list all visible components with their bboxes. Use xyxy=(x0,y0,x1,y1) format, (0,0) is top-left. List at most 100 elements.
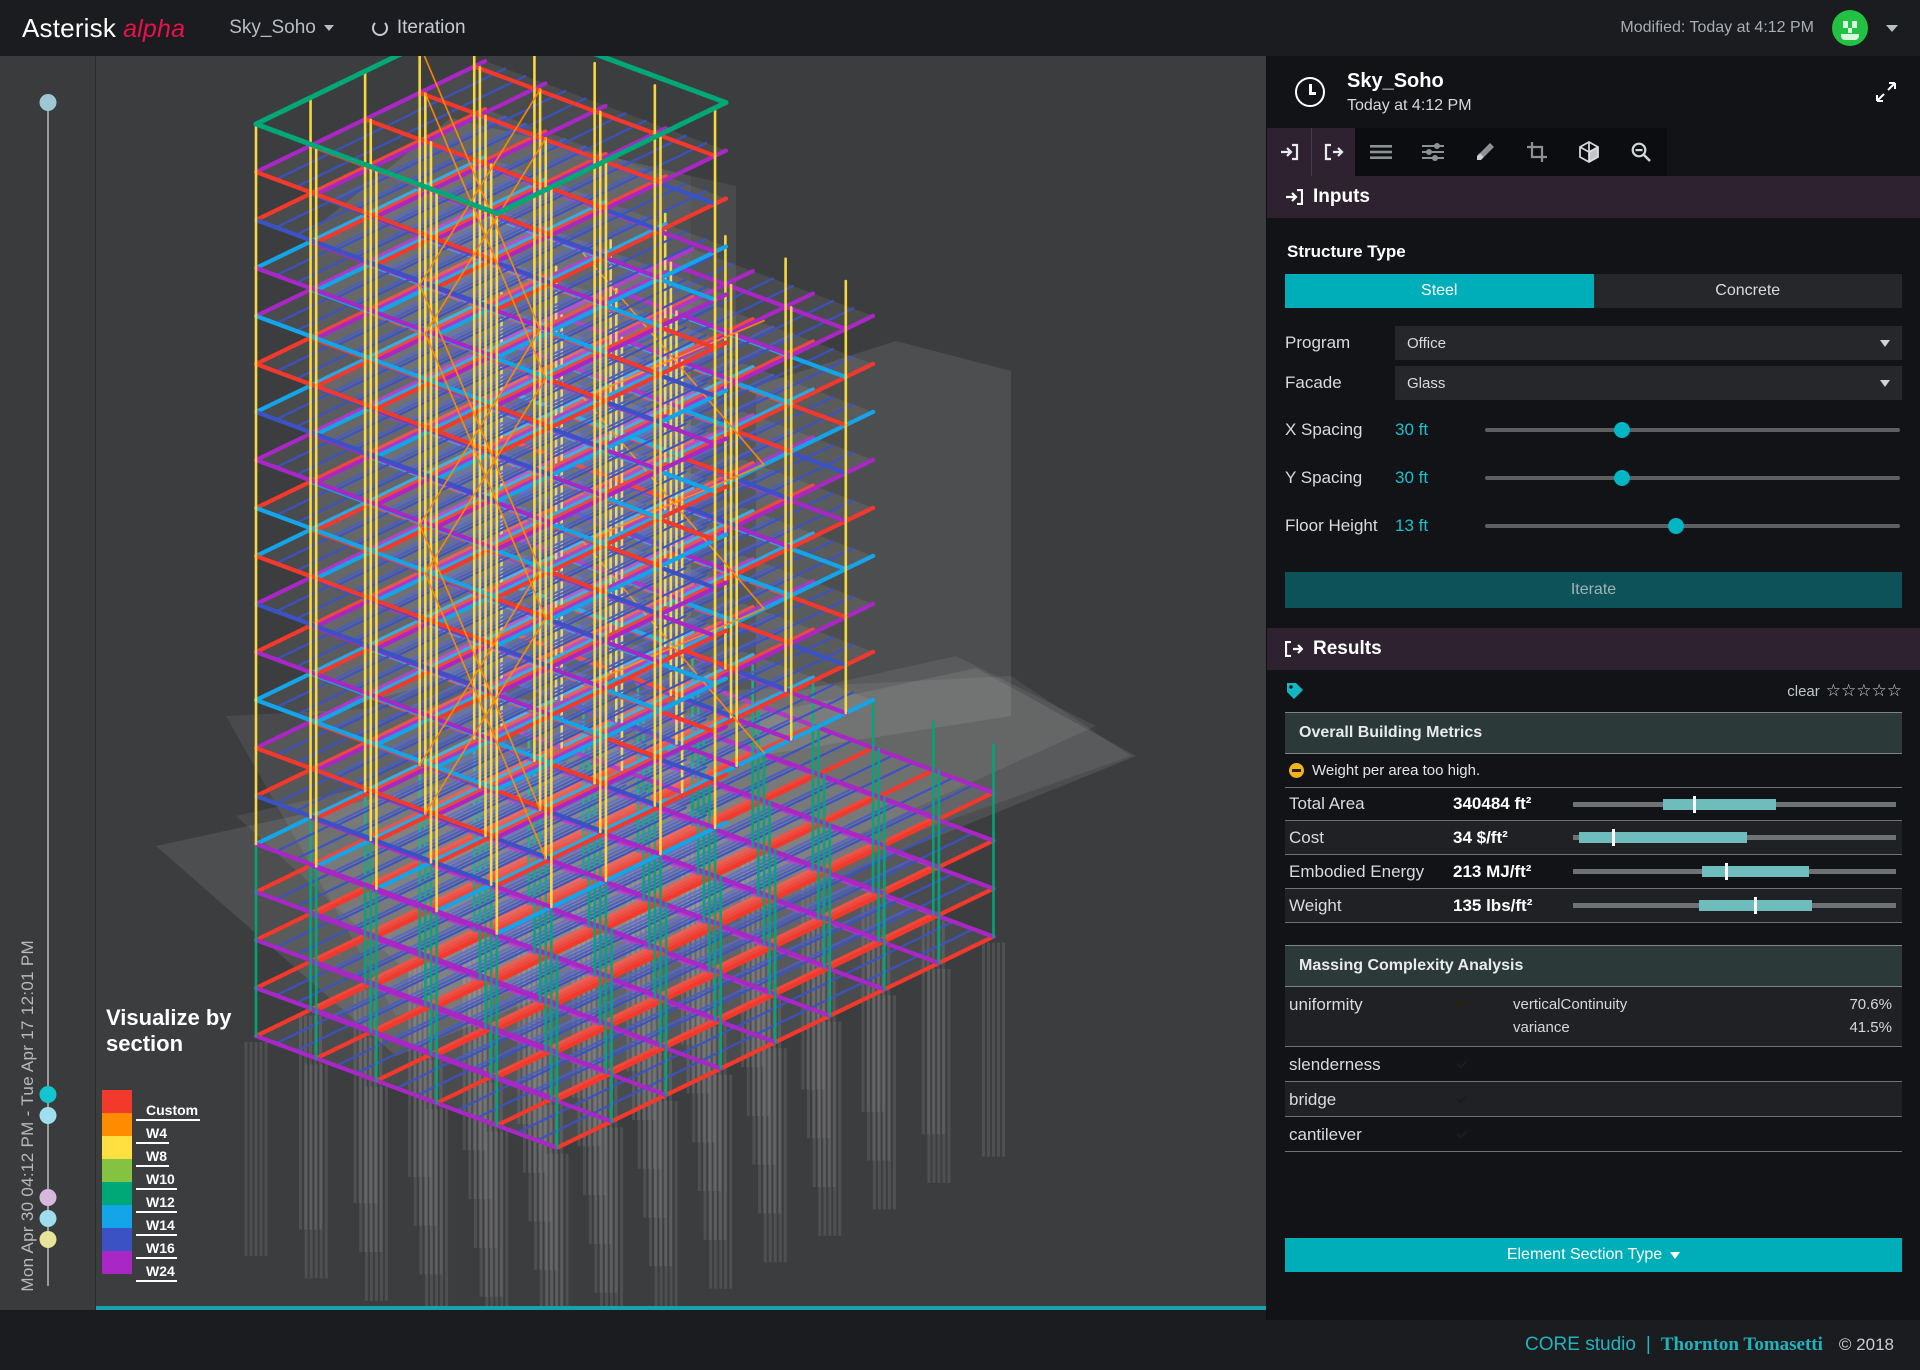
star-icon[interactable]: ☆ xyxy=(1872,681,1887,700)
timeline-range-label: Mon Apr 30 04:12 PM - Tue Apr 17 12:01 P… xyxy=(18,940,37,1292)
timeline-dot[interactable] xyxy=(39,1189,56,1206)
star-icon[interactable]: ☆ xyxy=(1841,681,1856,700)
element-section-type-button[interactable]: Element Section Type xyxy=(1285,1238,1902,1272)
modified-timestamp: Modified: Today at 4:12 PM xyxy=(1620,19,1814,36)
list-tool[interactable] xyxy=(1355,128,1407,176)
slider-label: X Spacing xyxy=(1285,420,1363,439)
slider-track[interactable] xyxy=(1485,470,1900,486)
legend-swatch xyxy=(102,1251,132,1274)
select-label: Facade xyxy=(1285,373,1342,392)
metrics-rows: Total Area 340484 ft² Cost 34 $/ft² Embodied… xyxy=(1285,787,1902,923)
sign-out-icon xyxy=(1285,641,1303,657)
clear-rating-button[interactable]: clear xyxy=(1787,683,1820,700)
project-menu-label: Sky_Soho xyxy=(229,17,316,38)
iteration-button[interactable]: Iteration xyxy=(371,17,466,39)
star-rating[interactable]: ☆☆☆☆☆ xyxy=(1826,681,1902,701)
footer-separator: | xyxy=(1645,1334,1651,1355)
detail-panel: Sky_Soho Today at 4:12 PM Inputs Structu… xyxy=(1266,56,1920,1320)
metric-name: Embodied Energy xyxy=(1289,861,1425,881)
account-chevron-down-icon[interactable] xyxy=(1886,24,1898,32)
timeline-dot[interactable] xyxy=(39,1086,56,1103)
metric-row: Embodied Energy 213 MJ/ft² xyxy=(1285,855,1902,889)
input-slider-row: Y Spacing 30 ft xyxy=(1285,460,1902,496)
slider-knob[interactable] xyxy=(1613,422,1630,438)
inputs-tool[interactable] xyxy=(1267,128,1311,176)
timeline-dot[interactable] xyxy=(39,1107,56,1124)
star-icon[interactable]: ☆ xyxy=(1887,681,1902,700)
timeline-dot[interactable] xyxy=(39,1210,56,1227)
select-value: Glass xyxy=(1407,374,1446,392)
metric-bar-marker xyxy=(1753,897,1757,914)
project-menu[interactable]: Sky_Soho xyxy=(229,17,334,39)
metrics-warning: Weight per area too high. xyxy=(1285,754,1902,787)
metric-bar-fill xyxy=(1702,866,1809,877)
input-select-row: Facade Glass xyxy=(1285,366,1902,400)
results-tool[interactable] xyxy=(1311,128,1355,176)
select-facade[interactable]: Glass xyxy=(1395,366,1902,400)
legend-label: W24 xyxy=(136,1263,177,1282)
brand-name: Asterisk xyxy=(22,12,117,43)
metric-bar xyxy=(1573,829,1896,846)
slider-knob[interactable] xyxy=(1613,470,1630,486)
panel-header: Sky_Soho Today at 4:12 PM xyxy=(1267,56,1920,128)
model-viewport[interactable]: Visualize by section Custom W4 W8 W10 W12 W14… xyxy=(96,56,1266,1310)
avatar-mouth xyxy=(1841,34,1859,40)
brush-tool[interactable] xyxy=(1459,128,1511,176)
app-logo: Asterisk alpha xyxy=(22,13,185,44)
iterate-button[interactable]: Iterate xyxy=(1285,572,1902,608)
app-root: Asterisk alpha Sky_Soho Iteration Modifie… xyxy=(0,0,1920,1370)
iteration-label: Iteration xyxy=(396,17,466,38)
avatar[interactable] xyxy=(1832,10,1868,46)
slider-knob[interactable] xyxy=(1667,518,1684,534)
cube-tool[interactable] xyxy=(1563,128,1615,176)
legend-title-line2: section xyxy=(106,1030,184,1056)
massing-name: cantilever xyxy=(1289,1124,1362,1144)
input-slider-row: Floor Height 13 ft xyxy=(1285,508,1902,544)
metric-bar-fill xyxy=(1663,798,1777,810)
metric-row: Weight 135 lbs/ft² xyxy=(1285,889,1902,923)
legend-rows: Custom W4 W8 W10 W12 W14 W16 W24 xyxy=(102,1090,332,1282)
star-icon[interactable]: ☆ xyxy=(1826,681,1841,700)
element-section-type-label: Element Section Type xyxy=(1506,1246,1663,1263)
metric-bar-marker xyxy=(1611,829,1615,846)
avatar-eye-left xyxy=(1843,21,1848,28)
star-icon[interactable]: ☆ xyxy=(1856,681,1871,700)
slider-value: 30 ft xyxy=(1395,420,1429,439)
structure-type-option[interactable]: Steel xyxy=(1285,274,1594,308)
metric-name: Weight xyxy=(1289,895,1342,915)
zoomout-tool[interactable] xyxy=(1615,128,1667,176)
overall-metrics-table: Overall Building Metrics Weight per area… xyxy=(1285,712,1902,923)
slider-value: 30 ft xyxy=(1395,468,1429,487)
slider-track[interactable] xyxy=(1485,518,1900,534)
inputs-section-header: Inputs xyxy=(1267,176,1920,218)
tag-icon[interactable] xyxy=(1285,681,1305,701)
structure-type-option[interactable]: Concrete xyxy=(1593,274,1902,308)
slider-track[interactable] xyxy=(1485,422,1900,438)
rating-control: clear ☆☆☆☆☆ xyxy=(1787,681,1902,701)
cube-icon xyxy=(1579,141,1599,163)
select-program[interactable]: Office xyxy=(1395,326,1902,360)
massing-name: uniformity xyxy=(1289,995,1363,1014)
expand-icon[interactable] xyxy=(1876,82,1896,102)
timeline-dot[interactable] xyxy=(39,1231,56,1248)
footer-company: Thornton Tomasetti xyxy=(1660,1334,1823,1355)
massing-header: Massing Complexity Analysis xyxy=(1285,945,1902,987)
slider-label: Floor Height xyxy=(1285,516,1378,535)
massing-detail-key: verticalContinuity xyxy=(1513,996,1628,1013)
structure-type-label: Structure Type xyxy=(1287,242,1406,261)
results-section-header: Results xyxy=(1267,628,1920,670)
slider-label: Y Spacing xyxy=(1285,468,1363,487)
metric-bar xyxy=(1573,863,1896,880)
top-bar: Asterisk alpha Sky_Soho Iteration Modifie… xyxy=(0,0,1920,56)
legend-label: W4 xyxy=(136,1125,169,1144)
brand-tag: alpha xyxy=(123,14,186,43)
legend-item[interactable]: Custom xyxy=(102,1090,332,1121)
metric-value: 340484 ft² xyxy=(1453,794,1532,813)
chevron-down-icon xyxy=(1880,379,1890,387)
list-icon xyxy=(1370,145,1392,159)
crop-tool[interactable] xyxy=(1511,128,1563,176)
inputs-body: Structure Type Steel Concrete Program Offi… xyxy=(1267,218,1920,608)
results-header-label: Results xyxy=(1313,638,1382,659)
timeline-dot[interactable] xyxy=(39,94,56,111)
sliders-tool[interactable] xyxy=(1407,128,1459,176)
